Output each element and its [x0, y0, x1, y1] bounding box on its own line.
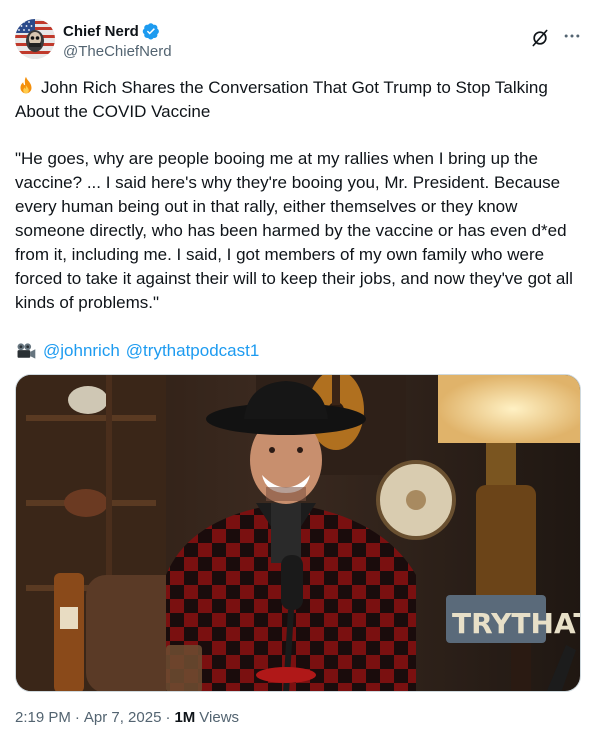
video-camera-icon [17, 343, 36, 359]
meta-separator-2: · [165, 709, 171, 726]
mentions-row: @johnrich @trythatpodcast1 [15, 339, 265, 363]
video-thumbnail[interactable]: TRYTHAT [15, 374, 581, 692]
more-icon[interactable] [562, 26, 582, 46]
post-meta: 2:19 PM · Apr 7, 2025 · 1M Views [15, 709, 239, 726]
mention-trythatpodcast1[interactable]: @trythatpodcast1 [126, 339, 260, 363]
verified-badge-icon [142, 23, 159, 40]
avatar[interactable] [15, 19, 55, 59]
headline-text: John Rich Shares the Conversation That G… [15, 78, 548, 121]
views-label: Views [199, 709, 240, 726]
fire-icon [20, 76, 32, 94]
video-frame: TRYTHAT [16, 375, 581, 691]
author-name[interactable]: Chief Nerd [63, 23, 139, 40]
grok-icon[interactable] [530, 28, 550, 48]
author-name-row[interactable]: Chief Nerd [63, 22, 160, 40]
mention-johnrich[interactable]: @johnrich [43, 339, 120, 363]
meta-separator: · [74, 709, 80, 726]
post-time[interactable]: 2:19 PM [15, 709, 71, 726]
post-date[interactable]: Apr 7, 2025 [84, 709, 162, 726]
media-sign-text: TRYTHAT [452, 607, 581, 640]
avatar-image [15, 19, 55, 59]
author-handle[interactable]: @TheChiefNerd [63, 43, 172, 60]
views-count[interactable]: 1M [174, 709, 195, 726]
post-quote: "He goes, why are people booing me at my… [15, 149, 573, 312]
tweet-card: Chief Nerd @TheChiefNerd John Rich Share… [0, 0, 599, 734]
post-headline: John Rich Shares the Conversation That G… [15, 76, 575, 124]
